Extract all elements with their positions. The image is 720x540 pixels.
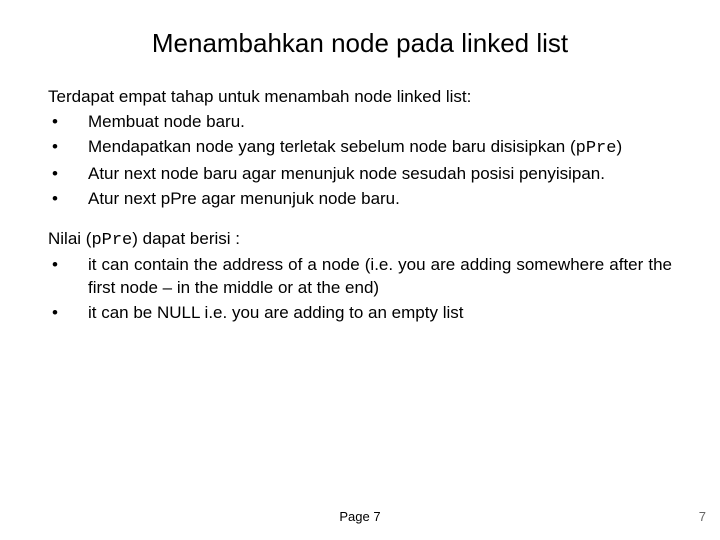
note-item: it can contain the address of a node (i.… (48, 254, 672, 300)
nilai-post: ) dapat berisi : (132, 229, 240, 248)
step-text: Atur next node baru agar menunjuk node s… (88, 164, 605, 183)
intro-text: Terdapat empat tahap untuk menambah node… (48, 87, 672, 107)
nilai-pre: Nilai ( (48, 229, 91, 248)
step-text: Membuat node baru. (88, 112, 245, 131)
slide: Menambahkan node pada linked list Terdap… (0, 0, 720, 325)
page-number: 7 (699, 509, 706, 524)
step-text: Atur next pPre agar menunjuk node baru. (88, 189, 400, 208)
step-text-post: ) (616, 137, 622, 156)
code-ppre: pPre (91, 231, 132, 250)
page-footer-center: Page 7 (0, 509, 720, 524)
notes-list: it can contain the address of a node (i.… (48, 254, 672, 325)
step-item: Membuat node baru. (48, 111, 672, 134)
nilai-line: Nilai (pPre) dapat berisi : (48, 229, 672, 250)
note-text: it can be NULL i.e. you are adding to an… (88, 303, 463, 322)
step-text-pre: Mendapatkan node yang terletak sebelum n… (88, 137, 576, 156)
note-text: it can contain the address of a node (i.… (88, 255, 672, 297)
slide-title: Menambahkan node pada linked list (48, 28, 672, 59)
code-ppre: pPre (576, 139, 617, 158)
step-item: Atur next pPre agar menunjuk node baru. (48, 188, 672, 211)
note-item: it can be NULL i.e. you are adding to an… (48, 302, 672, 325)
steps-list: Membuat node baru. Mendapatkan node yang… (48, 111, 672, 211)
step-item: Mendapatkan node yang terletak sebelum n… (48, 136, 672, 161)
step-item: Atur next node baru agar menunjuk node s… (48, 163, 672, 186)
